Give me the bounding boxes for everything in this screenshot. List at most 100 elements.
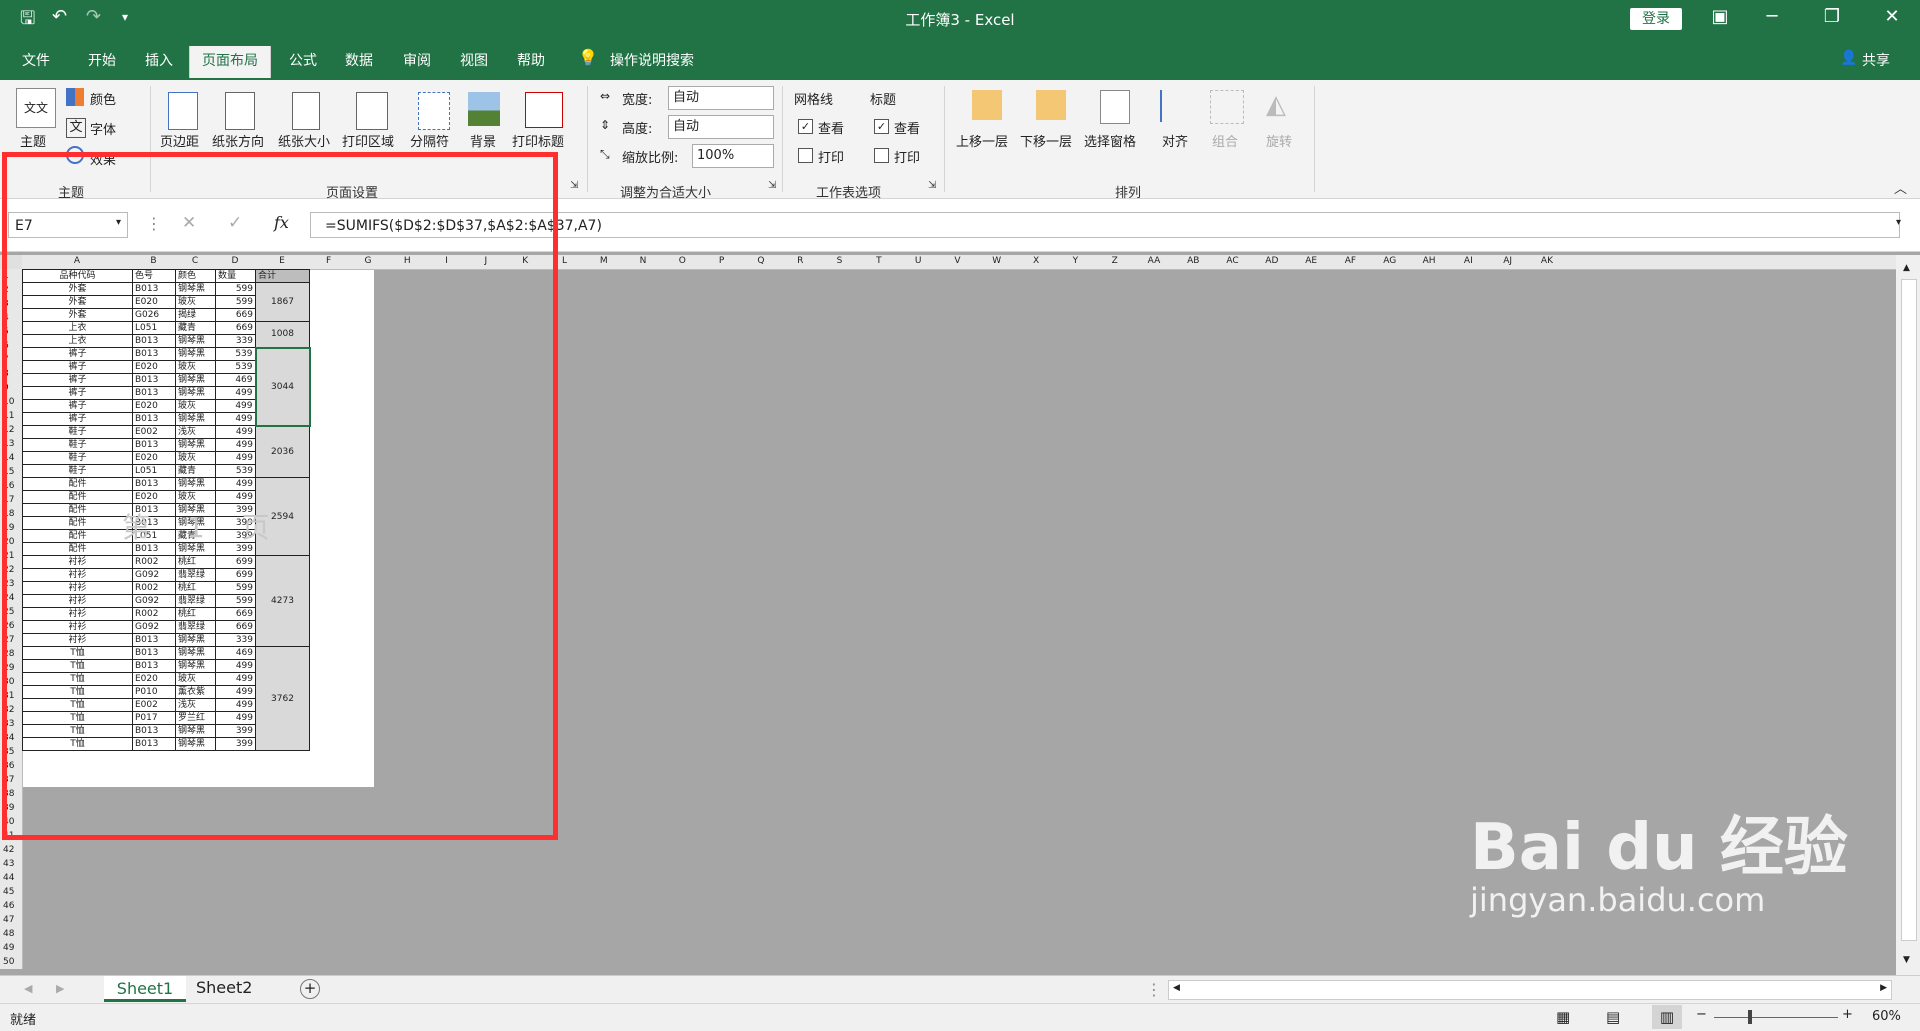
page-setup-launcher-icon[interactable]: ⇲ xyxy=(570,180,578,191)
print-area-icon[interactable] xyxy=(356,92,388,130)
selection-pane-button[interactable]: 选择窗格 xyxy=(1084,131,1136,150)
tab-view[interactable]: 视图 xyxy=(460,50,488,70)
vertical-scrollbar[interactable]: ▲ ▼ xyxy=(1896,255,1920,975)
column-header[interactable]: AI xyxy=(1449,256,1488,266)
themes-icon[interactable]: 文文 xyxy=(16,88,56,128)
row-header[interactable]: 45 xyxy=(3,885,21,899)
column-header[interactable]: S xyxy=(820,256,859,266)
row-header[interactable]: 44 xyxy=(3,871,21,885)
column-header[interactable]: AK xyxy=(1527,256,1566,266)
page-break-view-icon[interactable]: ▥ xyxy=(1652,1005,1682,1029)
height-select[interactable]: 自动 xyxy=(668,115,774,139)
column-header[interactable]: W xyxy=(977,256,1016,266)
row-header[interactable]: 43 xyxy=(3,857,21,871)
align-button[interactable]: 对齐 xyxy=(1162,131,1188,150)
tab-formulas[interactable]: 公式 xyxy=(289,50,317,70)
horizontal-scrollbar[interactable]: ◀ ▶ xyxy=(1168,980,1892,1000)
size-icon[interactable] xyxy=(292,92,320,130)
tab-insert[interactable]: 插入 xyxy=(145,50,173,70)
fonts-button[interactable]: 字体 xyxy=(90,119,116,138)
row-header[interactable]: 50 xyxy=(3,955,21,969)
scale-launcher-icon[interactable]: ⇲ xyxy=(768,180,776,191)
tab-data[interactable]: 数据 xyxy=(345,50,373,70)
expand-formula-bar-icon[interactable]: ▾ xyxy=(1896,217,1901,228)
column-header[interactable]: AA xyxy=(1134,256,1173,266)
column-header[interactable]: M xyxy=(584,256,623,266)
breaks-button[interactable]: 分隔符 xyxy=(410,131,449,150)
row-header[interactable]: 47 xyxy=(3,913,21,927)
normal-view-icon[interactable]: ▦ xyxy=(1556,1008,1570,1026)
group-icon[interactable] xyxy=(1210,90,1244,124)
align-icon[interactable] xyxy=(1160,90,1192,122)
background-button[interactable]: 背景 xyxy=(470,131,496,150)
tab-review[interactable]: 审阅 xyxy=(403,50,431,70)
orientation-icon[interactable] xyxy=(225,92,255,130)
ribbon-display-icon[interactable]: ▣ xyxy=(1700,6,1740,27)
row-header[interactable]: 46 xyxy=(3,899,21,913)
orientation-button[interactable]: 纸张方向 xyxy=(212,131,264,150)
send-backward-button[interactable]: 下移一层 xyxy=(1020,131,1072,150)
column-header[interactable]: R xyxy=(781,256,820,266)
new-sheet-icon[interactable]: + xyxy=(300,979,320,999)
column-header[interactable]: AB xyxy=(1174,256,1213,266)
share-button[interactable]: 共享 xyxy=(1862,50,1890,70)
zoom-slider-thumb[interactable] xyxy=(1748,1010,1752,1024)
margins-button[interactable]: 页边距 xyxy=(160,131,199,150)
rotate-icon[interactable]: ◭ xyxy=(1266,90,1296,122)
page-layout-view-icon[interactable]: ▤ xyxy=(1606,1008,1620,1026)
column-header[interactable]: O xyxy=(663,256,702,266)
column-header[interactable]: AG xyxy=(1370,256,1409,266)
zoom-in-icon[interactable]: + xyxy=(1842,1007,1853,1022)
fonts-icon[interactable]: 文 xyxy=(66,118,86,138)
rotate-button[interactable]: 旋转 xyxy=(1266,131,1292,150)
bring-forward-button[interactable]: 上移一层 xyxy=(956,131,1008,150)
scroll-right-icon[interactable]: ▶ xyxy=(1880,983,1887,993)
column-header[interactable]: AJ xyxy=(1488,256,1527,266)
column-header[interactable]: AE xyxy=(1292,256,1331,266)
next-sheet-icon[interactable]: ▶ xyxy=(56,982,64,995)
column-header[interactable]: Z xyxy=(1095,256,1134,266)
restore-icon[interactable]: ❐ xyxy=(1812,6,1852,27)
column-header[interactable]: U xyxy=(899,256,938,266)
width-select[interactable]: 自动 xyxy=(668,86,774,110)
column-header[interactable]: AD xyxy=(1252,256,1291,266)
row-header[interactable]: 42 xyxy=(3,843,21,857)
group-button[interactable]: 组合 xyxy=(1212,131,1238,150)
tab-help[interactable]: 帮助 xyxy=(517,50,545,70)
scroll-left-icon[interactable]: ◀ xyxy=(1173,983,1180,993)
size-button[interactable]: 纸张大小 xyxy=(278,131,330,150)
send-backward-icon[interactable] xyxy=(1036,90,1066,120)
headings-view-checkbox[interactable]: ✓ xyxy=(874,119,889,134)
selection-pane-icon[interactable] xyxy=(1100,90,1130,124)
breaks-icon[interactable] xyxy=(418,92,450,130)
column-header[interactable]: P xyxy=(702,256,741,266)
tell-me-search[interactable]: 操作说明搜索 xyxy=(610,50,694,70)
colors-icon[interactable] xyxy=(66,88,84,106)
gridlines-view-checkbox[interactable]: ✓ xyxy=(798,119,813,134)
tab-home[interactable]: 开始 xyxy=(88,50,116,70)
headings-print-checkbox[interactable] xyxy=(874,148,889,163)
prev-sheet-icon[interactable]: ◀ xyxy=(24,982,32,995)
sheet-tab-sheet1[interactable]: Sheet1 xyxy=(104,976,186,1002)
column-header[interactable]: AC xyxy=(1213,256,1252,266)
zoom-level[interactable]: 60% xyxy=(1872,1009,1901,1024)
sheet-options-launcher-icon[interactable]: ⇲ xyxy=(928,180,936,191)
close-icon[interactable]: ✕ xyxy=(1872,6,1912,27)
bring-forward-icon[interactable] xyxy=(972,90,1002,120)
zoom-slider[interactable] xyxy=(1714,1017,1838,1018)
tab-split-icon[interactable]: ⋮ xyxy=(1146,980,1162,999)
row-header[interactable]: 49 xyxy=(3,941,21,955)
minimize-icon[interactable]: ─ xyxy=(1752,6,1792,27)
sheet-tab-sheet2[interactable]: Sheet2 xyxy=(196,978,252,997)
scroll-up-icon[interactable]: ▲ xyxy=(1903,263,1910,273)
zoom-out-icon[interactable]: − xyxy=(1696,1007,1707,1022)
margins-icon[interactable] xyxy=(168,92,198,130)
print-titles-icon[interactable] xyxy=(525,92,563,128)
tab-file[interactable]: 文件 xyxy=(22,50,50,70)
print-area-button[interactable]: 打印区域 xyxy=(342,131,394,150)
print-titles-button[interactable]: 打印标题 xyxy=(512,131,564,150)
column-header[interactable]: X xyxy=(1016,256,1055,266)
scroll-down-icon[interactable]: ▼ xyxy=(1903,955,1910,965)
colors-button[interactable]: 颜色 xyxy=(90,89,116,108)
tab-page-layout[interactable]: 页面布局 xyxy=(189,46,271,78)
